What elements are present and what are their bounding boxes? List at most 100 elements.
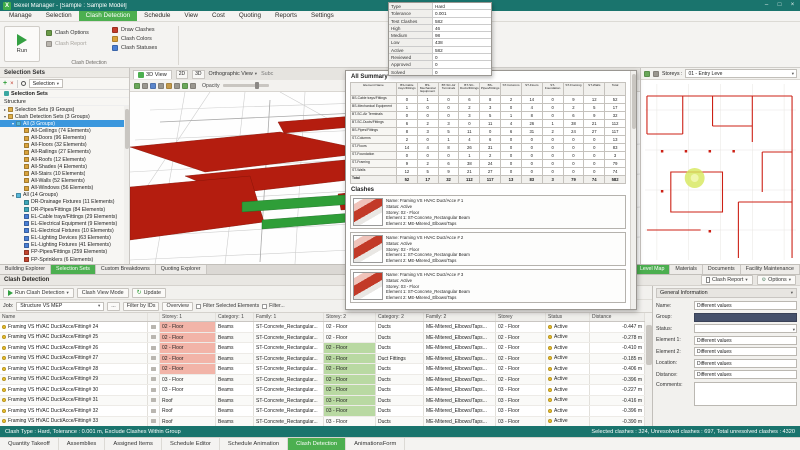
tab-subcontractors-partial[interactable]: Subc: [261, 71, 273, 77]
clash-row[interactable]: Framing VS HVAC Duct/Acce/Fitting# 32Roo…: [0, 406, 645, 417]
tab-3d-view[interactable]: 3D View: [133, 70, 172, 79]
menu-item-manage[interactable]: Manage: [2, 11, 39, 21]
clash-row[interactable]: Framing VS HVAC Duct/Acce/Fitting# 2702 …: [0, 354, 645, 365]
add-icon[interactable]: +: [3, 80, 7, 87]
minimize-button[interactable]: –: [762, 1, 771, 10]
tab-quantity-takeoff[interactable]: Quantity Takeoff: [0, 438, 59, 450]
clash-row[interactable]: Framing VS HVAC Duct/Acce/Fitting# 31Roo…: [0, 396, 645, 407]
menu-item-settings[interactable]: Settings: [304, 11, 341, 21]
tab-quoting-explorer[interactable]: Quoting Explorer: [156, 265, 207, 274]
remove-icon[interactable]: ×: [10, 81, 14, 87]
tab-level-map[interactable]: Level Map: [635, 265, 670, 274]
level-map-view[interactable]: [641, 80, 800, 264]
tree-item-el-electrical-equipment-9-elements[interactable]: EL-Electrical Equipment (9 Elements): [0, 220, 124, 227]
clash-card[interactable]: Name: Framing VS HVAC Duct/Acce # 3Statu…: [350, 269, 626, 303]
zoom-window-icon[interactable]: [158, 83, 164, 89]
scrollbar-thumb[interactable]: [646, 325, 652, 365]
view-3d-button[interactable]: 3D: [192, 70, 204, 79]
tab-schedule-editor[interactable]: Schedule Editor: [162, 438, 220, 450]
refresh-icon[interactable]: [644, 71, 650, 77]
tree-item-all-roofs-12-elements[interactable]: All-Roofs (12 Elements): [0, 156, 124, 163]
clash-view-mode-button[interactable]: Clash View Mode: [77, 288, 129, 298]
selection-dropdown[interactable]: Selection ▾: [29, 79, 63, 88]
field-input-distance[interactable]: Different values: [694, 370, 797, 379]
tab-building-explorer[interactable]: Building Explorer: [0, 265, 51, 274]
field-input-group[interactable]: [694, 313, 797, 322]
tab-animationsform[interactable]: AnimationsForm: [346, 438, 405, 450]
close-button[interactable]: ×: [788, 1, 797, 10]
scrollbar-thumb[interactable]: [125, 109, 129, 149]
field-input-name[interactable]: Different values: [694, 301, 797, 310]
table-scrollbar[interactable]: [645, 322, 652, 426]
tab-custom-breakdowns[interactable]: Custom Breakdowns: [96, 265, 156, 274]
tab-assemblies[interactable]: Assemblies: [59, 438, 106, 450]
general-information-dropdown[interactable]: General Information ▾: [656, 288, 797, 298]
menu-item-view[interactable]: View: [177, 11, 205, 21]
field-input-element-2[interactable]: Different values: [694, 347, 797, 356]
clash-report-button[interactable]: Clash Report: [46, 41, 89, 47]
field-input-comments[interactable]: [694, 382, 797, 406]
run-clash-detection-button[interactable]: Run Clash Detection ▾: [3, 288, 74, 298]
tree-item-el-electrical-fixtures-10-elements[interactable]: EL-Electrical Fixtures (10 Elements): [0, 227, 124, 234]
storey-select[interactable]: 01 - Entry Leve ▾: [685, 69, 797, 78]
print-icon[interactable]: [653, 71, 659, 77]
view-mode-dropdown[interactable]: Orthographic View ▾: [209, 71, 258, 77]
scrollbar-thumb[interactable]: [632, 74, 636, 129]
options-dropdown[interactable]: ⚙ Options ▾: [757, 275, 796, 285]
orbit-icon[interactable]: [142, 83, 148, 89]
tree-item-el-lighting-devices-63-elements[interactable]: EL-Lighting Devices (63 Elements): [0, 235, 124, 242]
tab-facility-maintenance[interactable]: Facility Maintenance: [741, 265, 800, 274]
tree-item-all-railings-27-elements[interactable]: All-Railings (27 Elements): [0, 149, 124, 156]
clash-row[interactable]: Framing VS HVAC Duct/Acce/Fitting# 2502 …: [0, 333, 645, 344]
update-button[interactable]: ↻ Update: [132, 288, 166, 298]
field-input-status[interactable]: ▾: [694, 324, 797, 333]
tree-item-el-lighting-fixtures-41-elements[interactable]: EL-Lighting Fixtures (41 Elements): [0, 242, 124, 249]
slider-thumb[interactable]: [255, 82, 259, 89]
filter-selected-checkbox[interactable]: Filter Selected Elements: [196, 303, 259, 309]
report-scrollbar[interactable]: [630, 71, 636, 309]
menu-item-quoting[interactable]: Quoting: [232, 11, 268, 21]
search-icon[interactable]: [21, 81, 26, 86]
selection-sets-root[interactable]: Selection Sets: [0, 90, 129, 98]
tree-item-selection-sets-9-groups[interactable]: ▸Selection Sets (9 Groups): [0, 106, 124, 113]
clash-row[interactable]: Framing VS HVAC Duct/Acce/Fitting# 2903 …: [0, 375, 645, 386]
more-button[interactable]: ...: [107, 302, 120, 311]
clash-row[interactable]: Framing VS HVAC Duct/Acce/Fitting# 2402 …: [0, 322, 645, 333]
clash-colors-button[interactable]: Clash Colors: [112, 36, 157, 42]
tree-item-fp-pipes-fittings-259-elements[interactable]: FP-Pipes/Fittings (259 Elements): [0, 249, 124, 256]
filter-more-checkbox[interactable]: Filter...: [262, 303, 285, 309]
menu-item-schedule[interactable]: Schedule: [137, 11, 177, 21]
tree-scrollbar[interactable]: [124, 106, 129, 264]
tab-documents[interactable]: Documents: [703, 265, 741, 274]
menu-item-reports[interactable]: Reports: [268, 11, 304, 21]
run-button[interactable]: Run: [4, 26, 40, 62]
menu-item-selection[interactable]: Selection: [39, 11, 79, 21]
menu-item-cost[interactable]: Cost: [205, 11, 232, 21]
measure-icon[interactable]: [182, 83, 188, 89]
tree-item-clash-detection-sets-3-groups[interactable]: ▾Clash Detection Sets (3 Groups): [0, 113, 124, 120]
tab-schedule-animation[interactable]: Schedule Animation: [220, 438, 288, 450]
view-2d-button[interactable]: 2D: [176, 70, 188, 79]
tree-item-all-shades-4-elements[interactable]: All-Shades (4 Elements): [0, 163, 124, 170]
pan-icon[interactable]: [150, 83, 156, 89]
maximize-button[interactable]: □: [775, 1, 784, 10]
structure-row[interactable]: Structure: [0, 98, 129, 106]
tab-materials[interactable]: Materials: [670, 265, 703, 274]
tree-item-el-cable-trays-fittings-29-elements[interactable]: EL-Cable trays/Fittings (29 Elements): [0, 213, 124, 220]
clash-row[interactable]: Framing VS HVAC Duct/Acce/Fitting# 33Roo…: [0, 417, 645, 427]
section-box-icon[interactable]: [174, 83, 180, 89]
clash-card[interactable]: Name: Framing VS HVAC Duct/Acce # 1Statu…: [350, 195, 626, 229]
tree-item-fp-sprinklers-6-elements[interactable]: FP-Sprinklers (6 Elements): [0, 256, 124, 263]
clash-row[interactable]: Framing VS HVAC Duct/Acce/Fitting# 2602 …: [0, 343, 645, 354]
select-icon[interactable]: [134, 83, 140, 89]
tree-item-all-windows-56-elements[interactable]: All-Windows (56 Elements): [0, 185, 124, 192]
tree-item-dr-pipes-fittings-84-elements[interactable]: DR-Pipes/Fittings (84 Elements): [0, 206, 124, 213]
clash-card[interactable]: Name: Framing VS HVAC Duct/Acce # 2Statu…: [350, 232, 626, 266]
tree-item-all-ceilings-74-elements[interactable]: All-Ceilings (74 Elements): [0, 127, 124, 134]
tree-item-all-walls-52-elements[interactable]: All-Walls (52 Elements): [0, 177, 124, 184]
field-input-element-1[interactable]: Different values: [694, 336, 797, 345]
tree-item-all-14-groups[interactable]: ▾All (14 Groups): [0, 192, 124, 199]
tree-item-dr-drainage-fixtures-11-elements[interactable]: DR-Drainage Fixtures (11 Elements): [0, 199, 124, 206]
clash-row[interactable]: Framing VS HVAC Duct/Acce/Fitting# 3003 …: [0, 385, 645, 396]
tree-item-all-3-groups[interactable]: ▾All (3 Groups): [0, 120, 124, 127]
